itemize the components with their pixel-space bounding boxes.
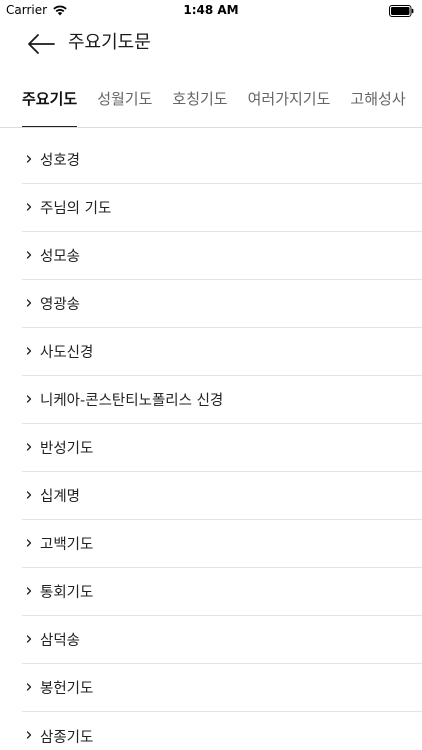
status-bar: Carrier 1:48 AM [0,0,422,22]
tab-1[interactable]: 주요기도 [12,68,87,127]
category-tab-bar: 주요기도 성월기도 호칭기도 여러가지기도 고해성사 [0,68,422,128]
tab-list: 주요기도 성월기도 호칭기도 여러가지기도 고해성사 [12,68,416,127]
page-title: 주요기도문 [68,32,151,53]
navigation-bar: 주요기도문 [0,22,422,66]
prayer-list-item[interactable]: 삼종기도 [22,712,422,750]
tab-3[interactable]: 호칭기도 [162,68,237,127]
prayer-list-item[interactable]: 고백기도 [22,520,422,568]
chevron-right-icon [26,298,32,307]
prayer-label: 삼덕송 [40,633,81,649]
prayer-label: 영광송 [40,297,81,313]
prayer-list-item[interactable]: 사도신경 [22,328,422,376]
chevron-right-icon [26,250,32,259]
chevron-right-icon [26,634,32,643]
chevron-right-icon [26,731,32,739]
prayer-list-item[interactable]: 반성기도 [22,424,422,472]
prayer-label: 봉헌기도 [40,681,94,697]
prayer-list-item[interactable]: 니케아-콘스탄티노폴리스 신경 [22,376,422,424]
arrow-left-icon [28,34,55,54]
prayer-list-item[interactable]: 봉헌기도 [22,664,422,712]
prayer-label: 주님의 기도 [40,201,112,217]
prayer-list-item[interactable]: 삼덕송 [22,616,422,664]
tab-2[interactable]: 성월기도 [87,68,162,127]
chevron-right-icon [26,538,32,547]
prayer-label: 성모송 [40,249,81,265]
tab-5[interactable]: 고해성사 [340,68,415,127]
prayer-list-item[interactable]: 통회기도 [22,568,422,616]
prayer-list: 성호경주님의 기도성모송영광송사도신경니케아-콘스탄티노폴리스 신경반성기도십계… [0,136,422,750]
status-time: 1:48 AM [183,3,239,17]
prayer-label: 니케아-콘스탄티노폴리스 신경 [40,393,224,409]
prayer-list-item[interactable]: 주님의 기도 [22,184,422,232]
prayer-label: 반성기도 [40,441,94,457]
chevron-right-icon [26,442,32,451]
prayer-list-item[interactable]: 성호경 [22,136,422,184]
chevron-right-icon [26,586,32,595]
chevron-right-icon [26,202,32,211]
chevron-right-icon [26,346,32,355]
prayer-list-item[interactable]: 성모송 [22,232,422,280]
chevron-right-icon [26,682,32,691]
chevron-right-icon [26,394,32,403]
prayer-label: 통회기도 [40,585,94,601]
prayer-list-item[interactable]: 영광송 [22,280,422,328]
prayer-label: 삼종기도 [40,729,94,746]
chevron-right-icon [26,490,32,499]
prayer-label: 사도신경 [40,345,94,361]
prayer-list-item[interactable]: 십계명 [22,472,422,520]
back-button[interactable] [22,30,58,58]
prayer-label: 성호경 [40,153,81,169]
prayer-label: 십계명 [40,489,81,505]
chevron-right-icon [26,154,32,163]
tab-4[interactable]: 여러가지기도 [238,68,341,127]
prayer-label: 고백기도 [40,537,94,553]
battery-icon [389,5,414,17]
